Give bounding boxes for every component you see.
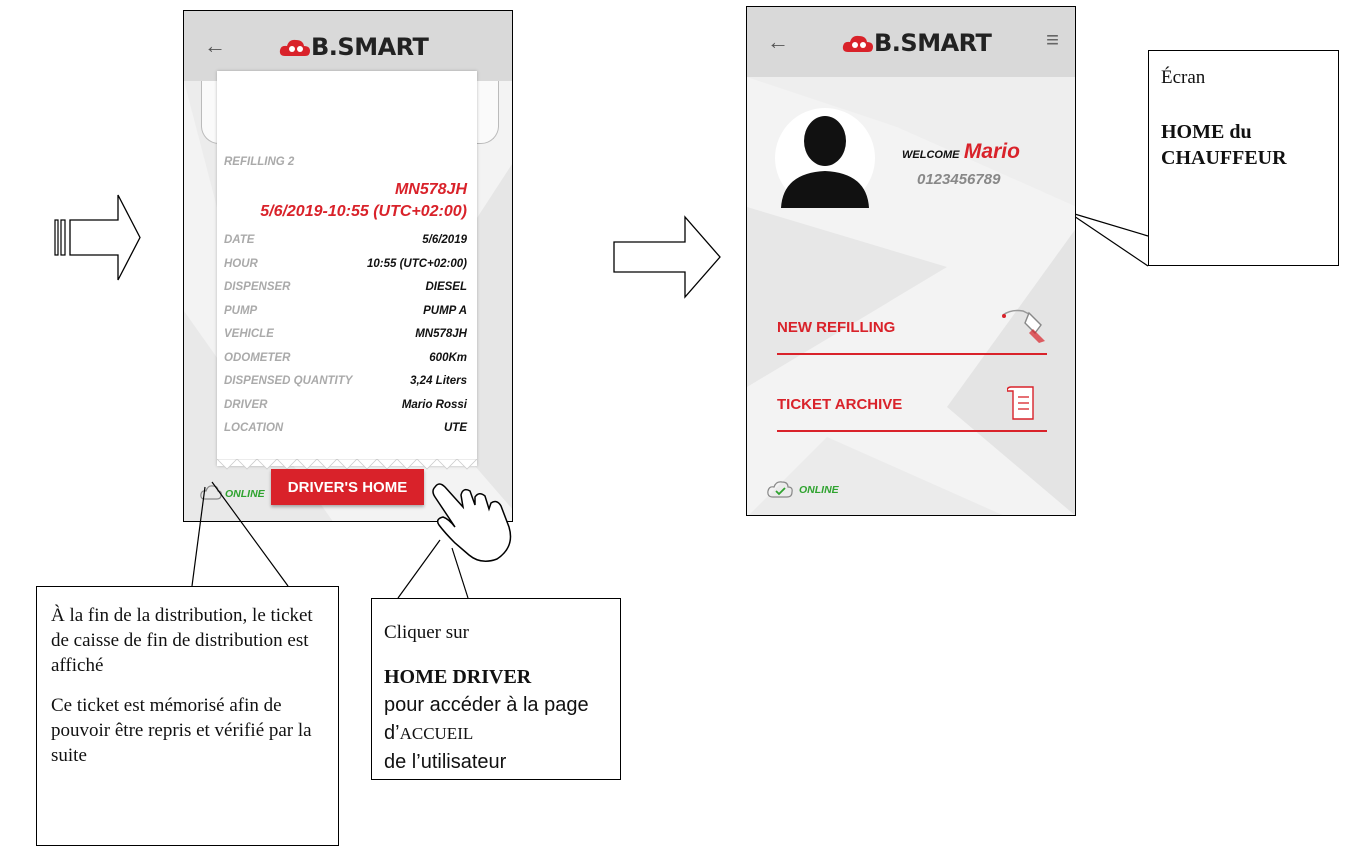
ticket-archive-item[interactable]: TICKET ARCHIVE	[777, 373, 1047, 433]
ticket-archive-label: TICKET ARCHIVE	[777, 396, 903, 413]
welcome-label: WELCOME	[902, 149, 960, 161]
callout-line: Écran	[1161, 67, 1206, 88]
welcome-line: WELCOME Mario	[902, 140, 1020, 164]
callout-home-screen: Écran HOME du CHAUFFEUR	[1148, 50, 1339, 266]
hamburger-menu-icon[interactable]: ≡	[1046, 27, 1059, 53]
new-refilling-label: NEW REFILLING	[777, 319, 896, 336]
callout-paragraph: Ce ticket est mémorisé afin de pouvoir ê…	[51, 695, 312, 766]
divider	[777, 430, 1047, 432]
driver-home-screen: ← B.SMART ≡ WELCOME Mario 0123456789 NEW…	[746, 6, 1076, 516]
online-status: ONLINE	[799, 484, 839, 496]
user-phone: 0123456789	[917, 171, 1001, 188]
cloud-logo-icon	[842, 35, 873, 52]
avatar	[775, 108, 875, 208]
brand-logo: B.SMART	[842, 29, 992, 57]
callout-bold: HOME DRIVER	[384, 666, 532, 688]
app-bar: ← B.SMART ≡	[747, 7, 1075, 77]
divider	[777, 353, 1047, 355]
back-arrow-icon[interactable]: ←	[767, 29, 789, 55]
callout-text: pour accéder à la page d’ACCUEIL de l’ut…	[384, 694, 589, 773]
fuel-nozzle-icon	[1002, 309, 1045, 343]
callout-line: Cliquer sur	[384, 622, 469, 643]
poly-background	[747, 77, 1075, 515]
callout-end-of-distribution: À la fin de la distribution, le ticket d…	[36, 586, 339, 846]
flow-arrow-right	[613, 215, 721, 299]
callout-paragraph: À la fin de la distribution, le ticket d…	[51, 605, 313, 676]
receipt-icon	[1007, 386, 1034, 420]
user-name: Mario	[963, 140, 1020, 163]
brand-name: B.SMART	[874, 29, 992, 57]
callout-bold: HOME du CHAUFFEUR	[1161, 121, 1287, 169]
callout-click-home-driver: Cliquer sur HOME DRIVER pour accéder à l…	[371, 598, 621, 780]
cloud-check-icon	[767, 481, 793, 498]
new-refilling-item[interactable]: NEW REFILLING	[777, 297, 1047, 357]
